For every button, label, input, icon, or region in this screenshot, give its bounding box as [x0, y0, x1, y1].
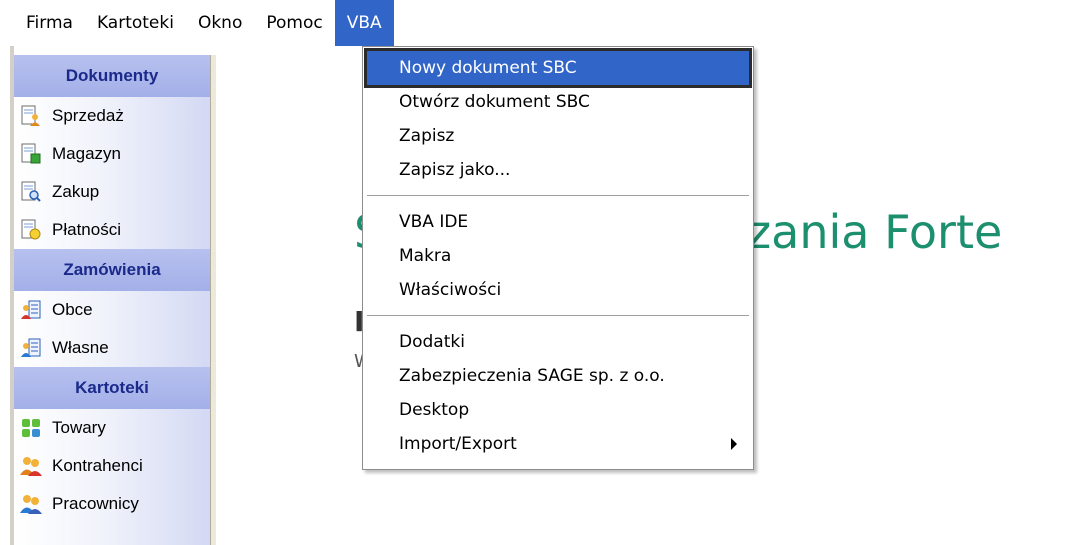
document-person-icon — [20, 105, 42, 127]
sidebar-item-pracownicy[interactable]: Pracownicy — [14, 485, 210, 523]
menu-item-zapisz-jako[interactable]: Zapisz jako... — [363, 153, 753, 187]
menu-item-otworz-dokument[interactable]: Otwórz dokument SBC — [363, 85, 753, 119]
sidebar-item-label: Kontrahenci — [52, 456, 143, 475]
document-search-icon — [20, 181, 42, 203]
sidebar-item-obce[interactable]: Obce — [14, 291, 210, 329]
sidebar-item-label: Zakup — [52, 182, 100, 201]
sidebar-item-sprzedaz[interactable]: Sprzedaż — [14, 97, 210, 135]
menu-separator — [367, 315, 749, 316]
sidebar-item-label: Własne — [52, 338, 109, 357]
sidebar-item-label: Pracownicy — [52, 494, 139, 513]
document-box-icon — [20, 143, 42, 165]
sidebar-item-label: Magazyn — [52, 144, 121, 163]
menu-item-label: Import/Export — [399, 434, 517, 454]
menu-item-zabezpieczenia[interactable]: Zabezpieczenia SAGE sp. z o.o. — [363, 359, 753, 393]
vba-dropdown-menu: Nowy dokument SBC Otwórz dokument SBC Za… — [362, 46, 754, 470]
menu-item-wlasciwosci[interactable]: Właściwości — [363, 273, 753, 307]
menu-item-desktop[interactable]: Desktop — [363, 393, 753, 427]
menu-okno[interactable]: Okno — [186, 0, 254, 46]
sidebar-item-label: Obce — [52, 300, 93, 319]
sidebar: Dokumenty Sprzedaż Magazyn Zakup Płatnoś… — [14, 55, 210, 545]
sidebar-item-label: Płatności — [52, 220, 121, 239]
menu-firma[interactable]: Firma — [14, 0, 85, 46]
order-list-icon — [20, 337, 42, 359]
sidebar-item-kontrahenci[interactable]: Kontrahenci — [14, 447, 210, 485]
sidebar-group-dokumenty[interactable]: Dokumenty — [14, 55, 210, 97]
sidebar-item-platnosci[interactable]: Płatności — [14, 211, 210, 249]
menu-vba[interactable]: VBA — [334, 0, 394, 46]
order-list-icon — [20, 299, 42, 321]
sidebar-group-kartoteki[interactable]: Kartoteki — [14, 367, 210, 409]
menu-kartoteki[interactable]: Kartoteki — [85, 0, 186, 46]
sidebar-item-label: Towary — [52, 418, 106, 437]
submenu-arrow-icon — [731, 438, 737, 450]
welcome-title-fragment-right: zania Forte — [747, 205, 1003, 259]
sidebar-item-zakup[interactable]: Zakup — [14, 173, 210, 211]
menu-item-zapisz[interactable]: Zapisz — [363, 119, 753, 153]
menu-bar: Firma Kartoteki Okno Pomoc VBA — [0, 0, 1092, 46]
menu-item-dodatki[interactable]: Dodatki — [363, 325, 753, 359]
employees-icon — [20, 493, 42, 515]
sidebar-group-zamowienia[interactable]: Zamówienia — [14, 249, 210, 291]
menu-item-vba-ide[interactable]: VBA IDE — [363, 205, 753, 239]
menu-item-nowy-dokument[interactable]: Nowy dokument SBC — [364, 48, 752, 88]
menu-pomoc[interactable]: Pomoc — [254, 0, 334, 46]
contractors-icon — [20, 455, 42, 477]
sidebar-item-wlasne[interactable]: Własne — [14, 329, 210, 367]
menu-item-import-export[interactable]: Import/Export — [363, 427, 753, 461]
sidebar-item-towary[interactable]: Towary — [14, 409, 210, 447]
sidebar-item-label: Sprzedaż — [52, 106, 124, 125]
menu-item-makra[interactable]: Makra — [363, 239, 753, 273]
document-coin-icon — [20, 219, 42, 241]
menu-separator — [367, 195, 749, 196]
sidebar-item-magazyn[interactable]: Magazyn — [14, 135, 210, 173]
goods-icon — [20, 417, 42, 439]
